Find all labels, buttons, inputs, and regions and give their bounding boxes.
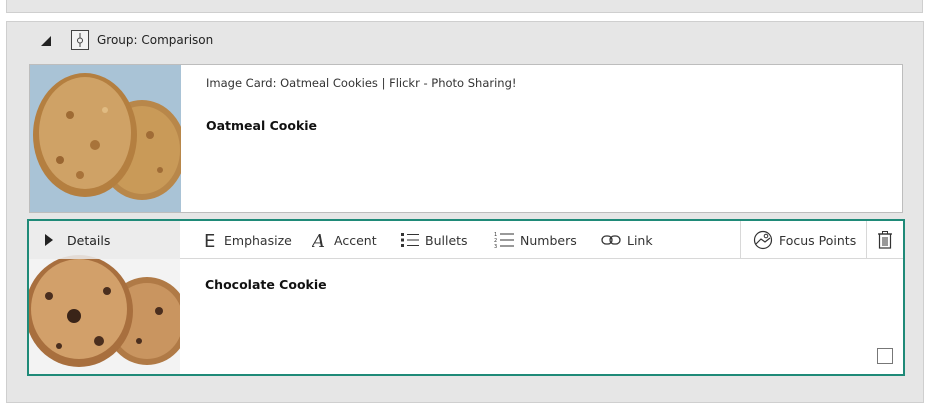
details-label: Details [67,232,111,248]
link-icon [601,234,621,246]
numbers-label: Numbers [520,232,577,248]
emphasize-icon: E [204,231,218,249]
collapse-triangle-icon[interactable] [41,36,51,46]
previous-group-panel [6,0,923,13]
numbers-button[interactable]: 1 2 3 Numbers [494,221,577,259]
svg-text:E: E [204,231,215,249]
numbered-list-icon: 1 2 3 [494,231,514,249]
card-heading[interactable]: Chocolate Cookie [205,277,327,292]
details-toggle[interactable]: Details [29,221,180,259]
emphasize-label: Emphasize [224,232,292,248]
oatmeal-cookie-image [30,65,181,212]
toolbar-divider [740,221,741,259]
focus-points-label: Focus Points [779,232,857,248]
bullets-button[interactable]: Bullets [401,221,468,259]
expand-triangle-icon [45,234,53,246]
focus-points-button[interactable]: Focus Points [753,221,856,259]
image-card-oatmeal[interactable]: Image Card: Oatmeal Cookies | Flickr - P… [29,64,903,213]
svg-text:A: A [312,231,325,249]
emphasize-button[interactable]: E Emphasize [204,221,292,259]
image-card-chocolate[interactable]: Details E Emphasize A Accent Bullets 1 2… [27,219,905,376]
accent-icon: A [312,231,328,249]
accent-button[interactable]: A Accent [312,221,377,259]
link-button[interactable]: Link [601,221,653,259]
group-header: Group: Comparison [7,22,923,60]
bullets-label: Bullets [425,232,468,248]
card-heading[interactable]: Oatmeal Cookie [206,118,317,133]
accent-label: Accent [334,232,377,248]
group-title: Group: Comparison [97,33,214,47]
svg-text:3: 3 [494,244,497,249]
select-checkbox[interactable] [877,348,893,364]
bullets-icon [401,232,419,248]
delete-button[interactable] [877,221,899,259]
group-panel: Group: Comparison Image Card: Oatmeal Co… [6,21,924,403]
focus-points-icon [753,230,773,250]
group-icon [71,30,89,50]
card-toolbar: E Emphasize A Accent Bullets 1 2 3 Numbe… [180,221,903,259]
trash-icon [877,231,893,249]
link-label: Link [627,232,653,248]
card-source-title: Image Card: Oatmeal Cookies | Flickr - P… [206,76,517,90]
toolbar-divider [866,221,867,259]
